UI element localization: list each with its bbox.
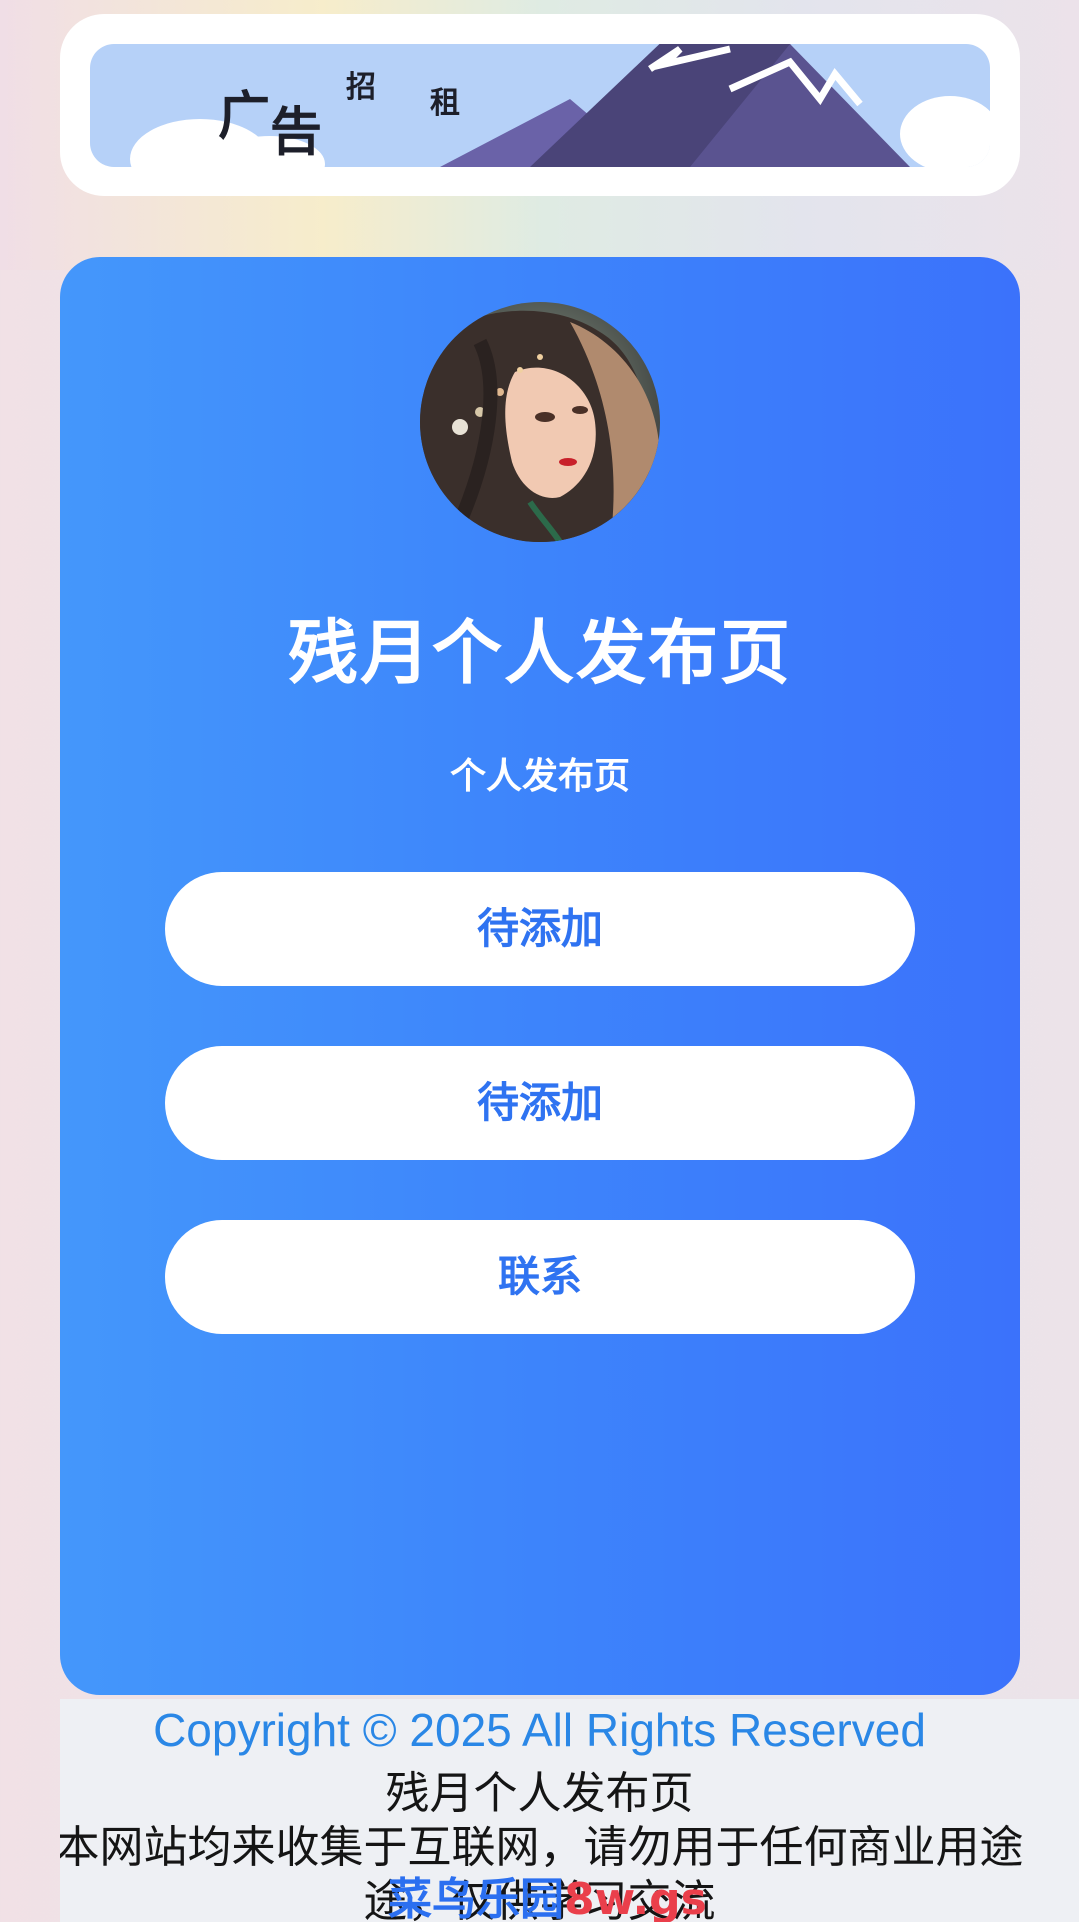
- ad-text-guang: 广: [218, 86, 271, 147]
- copyright-text: Copyright © 2025 All Rights Reserved: [153, 1704, 926, 1756]
- link-button-2[interactable]: 待添加: [165, 1046, 915, 1160]
- ad-banner[interactable]: 广 告 招 租: [60, 14, 1020, 196]
- watermark: 菜鸟乐园8w.gs: [388, 1863, 707, 1922]
- ad-text-zhao: 招: [346, 70, 376, 105]
- ad-text-gao: 告: [270, 102, 323, 163]
- page-title: 残月个人发布页: [288, 612, 792, 694]
- watermark-text-domain: 8w.gs: [564, 1874, 707, 1922]
- avatar-portrait: [420, 302, 660, 542]
- link-button-1[interactable]: 待添加: [165, 872, 915, 986]
- contact-button[interactable]: 联系: [165, 1220, 915, 1334]
- watermark-text-cn: 菜鸟乐园: [388, 1874, 564, 1922]
- ad-banner-image[interactable]: 广 告 招 租: [90, 44, 990, 167]
- page-subtitle: 个人发布页: [449, 756, 630, 797]
- avatar: [420, 302, 660, 542]
- profile-card: 残月个人发布页 个人发布页 待添加 待添加 联系: [60, 257, 1020, 1695]
- ad-text-zu: 租: [430, 86, 460, 121]
